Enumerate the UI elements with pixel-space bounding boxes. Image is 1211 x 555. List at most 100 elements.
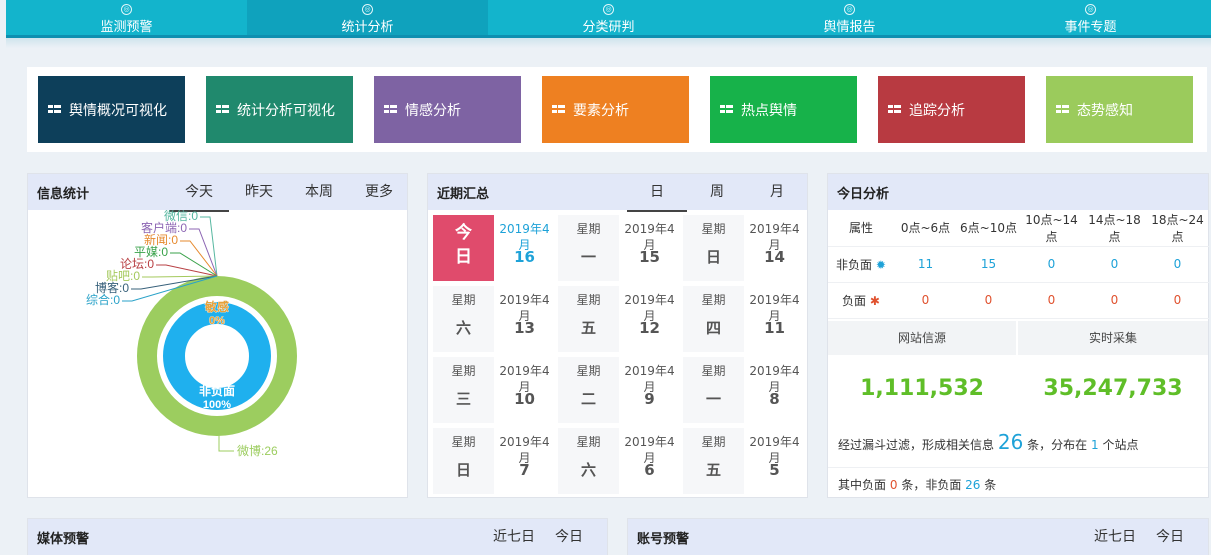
calendar-cell[interactable]: 星期六 2019年4月 13 [433, 286, 555, 352]
month-label: 2019年4月 [499, 222, 550, 252]
weekday-char: 三 [455, 390, 471, 408]
calendar-cell[interactable]: 星期三 2019年4月 10 [433, 357, 555, 423]
nav-item-classify[interactable]: ◎ 分类研判 [488, 0, 729, 35]
table-cell[interactable]: 11 [894, 246, 957, 283]
grid-icon [1056, 105, 1069, 114]
table-header-cell: 6点~10点 [957, 210, 1020, 247]
info-donut-chart: 微信:0客户端:0新闻:0平媒:0论坛:0贴吧:0博客:0综合:0微博:26敏感… [86, 210, 297, 458]
recent-summary-panel: 近期汇总 日 周 月 今日 2019年4月 16 星期一 2019年4月 15 星期日 201… [427, 173, 808, 498]
table-row: 负面 ✱ 0 0 0 0 0 [828, 282, 1209, 319]
calendar-cell[interactable]: 星期五 2019年4月 12 [558, 286, 680, 352]
calendar-cell[interactable]: 星期六 2019年4月 6 [558, 428, 680, 494]
weekday-label: 星期 [701, 435, 726, 449]
nav-item-monitor[interactable]: ◎ 监测预警 [6, 0, 247, 35]
summary-text: 个站点 [1102, 438, 1139, 452]
nav-shadow [6, 38, 1211, 48]
weekday-block: 星期四 [683, 286, 744, 352]
weekday-block: 星期三 [433, 357, 494, 423]
table-header-cell: 10点~14点 [1020, 210, 1083, 247]
calendar-cell[interactable]: 星期日 2019年4月 7 [433, 428, 555, 494]
date-block: 2019年4月 15 [619, 215, 680, 281]
date-block: 2019年4月 13 [494, 286, 555, 352]
panel-title: 账号预警 [637, 531, 690, 547]
table-cell[interactable]: 0 [894, 282, 957, 319]
callout-line [189, 228, 218, 277]
tab-last-seven-days[interactable]: 近七日 [484, 519, 544, 555]
weekday-label: 星期 [576, 222, 601, 236]
date-block: 2019年4月 12 [619, 286, 680, 352]
calendar-cell[interactable]: 星期四 2019年4月 11 [683, 286, 805, 352]
nav-circle-icon: ◎ [844, 4, 855, 15]
tab-today[interactable]: 今日 [544, 519, 594, 555]
info-stats-panel: 信息统计 今天 昨天 本周 更多 微信:0 客户端:0 新闻:0 平媒:0 论坛:0 贴吧… [27, 173, 408, 498]
inner-bottom-value: 100% [203, 399, 231, 411]
tab-week[interactable]: 周 [687, 174, 747, 210]
weekday-block: 星期一 [683, 357, 744, 423]
weekday-block: 星期六 [433, 286, 494, 352]
stat-label: 网站信源 [828, 321, 1016, 355]
tab-more[interactable]: 更多 [349, 174, 409, 210]
table-cell[interactable]: 0 [1083, 282, 1146, 319]
table-cell[interactable]: 0 [1020, 282, 1083, 319]
calendar-cell-today[interactable]: 今日 2019年4月 16 [433, 215, 555, 281]
weekday-block: 今日 [433, 215, 494, 281]
calendar-cell[interactable]: 星期二 2019年4月 9 [558, 357, 680, 423]
calendar-cell[interactable]: 星期一 2019年4月 15 [558, 215, 680, 281]
day-number: 16 [514, 248, 535, 266]
gear-icon: ✹ [875, 257, 886, 272]
inner-top-value: 0% [209, 315, 225, 327]
row-label-text: 非负面 [836, 257, 873, 272]
day-number: 14 [764, 248, 785, 266]
day-number: 15 [639, 248, 660, 266]
tab-this-week[interactable]: 本周 [289, 174, 349, 210]
inner-bottom-label: 非负面 [199, 383, 235, 398]
today-char: 日 [455, 247, 472, 267]
table-cell[interactable]: 0 [1146, 246, 1209, 283]
tile-label: 舆情概况可视化 [69, 102, 167, 119]
month-label: 2019年4月 [499, 293, 550, 323]
tile-situation[interactable]: 态势感知 [1046, 76, 1193, 143]
month-label: 2019年4月 [624, 222, 675, 252]
table-cell[interactable]: 0 [1020, 246, 1083, 283]
tab-today[interactable]: 今日 [1145, 519, 1195, 555]
tile-tracking[interactable]: 追踪分析 [878, 76, 1025, 143]
grid-icon [48, 105, 61, 114]
summary-text: 条，非负面 [901, 478, 962, 492]
tile-sentiment[interactable]: 情感分析 [374, 76, 521, 143]
table-row: 非负面 ✹ 11 15 0 0 0 [828, 246, 1209, 283]
tab-day[interactable]: 日 [627, 174, 687, 212]
tab-today[interactable]: 今天 [169, 174, 229, 212]
calendar-cell[interactable]: 星期日 2019年4月 14 [683, 215, 805, 281]
date-block: 2019年4月 14 [744, 215, 805, 281]
table-cell[interactable]: 15 [957, 246, 1020, 283]
grid-icon [216, 105, 229, 114]
calendar-cell[interactable]: 星期五 2019年4月 5 [683, 428, 805, 494]
inner-top-label: 敏感 [204, 299, 229, 314]
tab-month[interactable]: 月 [747, 174, 807, 210]
grid-icon [552, 105, 565, 114]
date-block: 2019年4月 8 [744, 357, 805, 423]
tile-overview-visual[interactable]: 舆情概况可视化 [38, 76, 185, 143]
stat-value: 35,247,733 [1043, 376, 1183, 401]
tile-label: 态势感知 [1077, 102, 1133, 119]
tile-elements[interactable]: 要素分析 [542, 76, 689, 143]
tab-yesterday[interactable]: 昨天 [229, 174, 289, 210]
weekday-label: 星期 [701, 293, 726, 307]
table-header-row: 属性 0点~6点 6点~10点 10点~14点 14点~18点 18点~24点 [828, 210, 1209, 247]
nav-item-statistics[interactable]: ◎ 统计分析 [247, 0, 488, 35]
tile-stats-visual[interactable]: 统计分析可视化 [206, 76, 353, 143]
table-cell[interactable]: 0 [1083, 246, 1146, 283]
month-label: 2019年4月 [499, 435, 550, 465]
nav-item-report[interactable]: ◎ 舆情报告 [729, 0, 970, 35]
nav-item-topic[interactable]: ◎ 事件专题 [970, 0, 1211, 35]
table-cell[interactable]: 0 [1146, 282, 1209, 319]
tile-label: 情感分析 [405, 102, 461, 119]
table-cell[interactable]: 0 [957, 282, 1020, 319]
summary-text: 条，分布在 [1027, 438, 1088, 452]
calendar-cell[interactable]: 星期一 2019年4月 8 [683, 357, 805, 423]
weekday-block: 星期日 [433, 428, 494, 494]
tab-last-seven-days[interactable]: 近七日 [1085, 519, 1145, 555]
grid-icon [720, 105, 733, 114]
tile-hot-topics[interactable]: 热点舆情 [710, 76, 857, 143]
date-block: 2019年4月 10 [494, 357, 555, 423]
